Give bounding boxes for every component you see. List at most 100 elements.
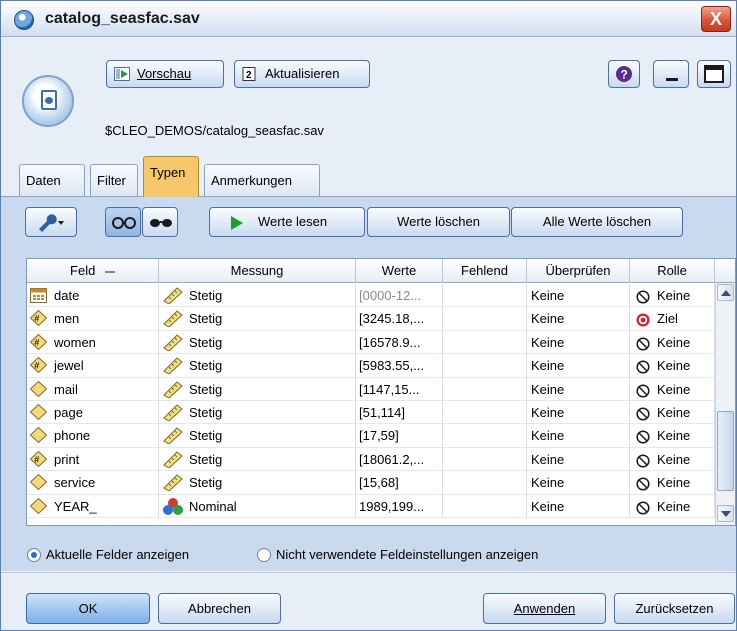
cell-fehlend[interactable] xyxy=(443,471,527,495)
cell-feld[interactable]: # print xyxy=(27,447,159,472)
cell-ueberpruefen[interactable]: Keine xyxy=(527,447,630,472)
cell-messung[interactable]: Stetig xyxy=(159,401,356,425)
cell-feld[interactable]: YEAR_ xyxy=(27,494,159,518)
cell-fehlend[interactable] xyxy=(443,424,527,448)
cell-rolle[interactable]: Keine xyxy=(630,447,715,472)
cell-fehlend[interactable] xyxy=(443,401,527,425)
cell-messung[interactable]: Stetig xyxy=(159,424,356,448)
cell-messung[interactable]: Stetig xyxy=(159,354,356,378)
cell-rolle[interactable]: Keine xyxy=(630,471,715,495)
minimize-button[interactable] xyxy=(653,60,689,88)
title-bar[interactable]: catalog_seasfac.sav X xyxy=(1,1,736,37)
scroll-thumb[interactable] xyxy=(717,411,734,491)
reset-button[interactable]: Zurücksetzen xyxy=(614,593,735,624)
preview-button[interactable]: Vorschau xyxy=(106,60,224,88)
cell-ueberpruefen[interactable]: Keine xyxy=(527,354,630,378)
cell-fehlend[interactable] xyxy=(443,354,527,378)
cell-werte[interactable]: [17,59] xyxy=(356,424,443,448)
maximize-button[interactable] xyxy=(697,60,731,88)
table-row[interactable]: # jewel Stetig [5983.55,... Keine Keine xyxy=(27,354,715,378)
table-row[interactable]: date Stetig [0000-12... Keine Keine xyxy=(27,284,715,308)
table-row[interactable]: # women Stetig [16578.9... Keine Keine xyxy=(27,330,715,355)
cell-feld[interactable]: # men xyxy=(27,307,159,331)
column-header-fehlend[interactable]: Fehlend xyxy=(443,259,527,283)
cell-messung[interactable]: Stetig xyxy=(159,330,356,355)
cell-ueberpruefen[interactable]: Keine xyxy=(527,424,630,448)
column-header-feld[interactable]: Feld xyxy=(27,259,159,283)
cell-messung[interactable]: Stetig xyxy=(159,447,356,472)
view-current-values-button[interactable] xyxy=(105,207,141,237)
cell-ueberpruefen[interactable]: Keine xyxy=(527,307,630,331)
view-hidden-values-button[interactable] xyxy=(142,207,178,237)
column-header-messung[interactable]: Messung xyxy=(159,259,356,283)
cell-fehlend[interactable] xyxy=(443,377,527,401)
cell-ueberpruefen[interactable]: Keine xyxy=(527,330,630,355)
cell-feld[interactable]: page xyxy=(27,401,159,425)
table-row[interactable]: # print Stetig [18061.2,... Keine Keine xyxy=(27,447,715,472)
help-button[interactable]: ? xyxy=(608,60,640,88)
cell-messung[interactable]: Stetig xyxy=(159,307,356,331)
cell-fehlend[interactable] xyxy=(443,284,527,308)
scroll-up-button[interactable] xyxy=(717,284,734,301)
table-row[interactable]: phone Stetig [17,59] Keine Keine xyxy=(27,424,715,448)
cell-fehlend[interactable] xyxy=(443,330,527,355)
cell-rolle[interactable]: Keine xyxy=(630,284,715,308)
tab-daten[interactable]: Daten xyxy=(19,164,85,196)
cell-rolle[interactable]: Keine xyxy=(630,354,715,378)
cell-werte[interactable]: [51,114] xyxy=(356,401,443,425)
cell-ueberpruefen[interactable]: Keine xyxy=(527,471,630,495)
table-row[interactable]: service Stetig [15,68] Keine Keine xyxy=(27,471,715,495)
cell-messung[interactable]: Nominal xyxy=(159,494,356,518)
cell-messung[interactable]: Stetig xyxy=(159,471,356,495)
cell-feld[interactable]: # jewel xyxy=(27,354,159,378)
cell-fehlend[interactable] xyxy=(443,447,527,472)
cell-feld[interactable]: date xyxy=(27,284,159,308)
clear-all-values-button[interactable]: Alle Werte löschen xyxy=(511,207,683,237)
cell-rolle[interactable]: Keine xyxy=(630,424,715,448)
ok-button[interactable]: OK xyxy=(26,593,150,624)
apply-button[interactable]: Anwenden xyxy=(483,593,606,624)
cell-werte[interactable]: [15,68] xyxy=(356,471,443,495)
cell-ueberpruefen[interactable]: Keine xyxy=(527,494,630,518)
cell-werte[interactable]: [5983.55,... xyxy=(356,354,443,378)
cell-werte[interactable]: [3245.18,... xyxy=(356,307,443,331)
cell-rolle[interactable]: Keine xyxy=(630,330,715,355)
cancel-button[interactable]: Abbrechen xyxy=(158,593,281,624)
cell-ueberpruefen[interactable]: Keine xyxy=(527,377,630,401)
tab-anmerkungen[interactable]: Anmerkungen xyxy=(204,164,320,196)
cell-ueberpruefen[interactable]: Keine xyxy=(527,284,630,308)
cell-werte[interactable]: [18061.2,... xyxy=(356,447,443,472)
table-row[interactable]: page Stetig [51,114] Keine Keine xyxy=(27,401,715,425)
column-header-ueberpruefen[interactable]: Überprüfen xyxy=(527,259,630,283)
cell-feld[interactable]: phone xyxy=(27,424,159,448)
tools-menu-button[interactable] xyxy=(25,207,77,237)
clear-values-button[interactable]: Werte löschen xyxy=(367,207,510,237)
scroll-down-button[interactable] xyxy=(717,505,734,522)
cell-fehlend[interactable] xyxy=(443,307,527,331)
cell-feld[interactable]: mail xyxy=(27,377,159,401)
cell-fehlend[interactable] xyxy=(443,494,527,518)
cell-rolle[interactable]: Keine xyxy=(630,401,715,425)
cell-werte[interactable]: [16578.9... xyxy=(356,330,443,355)
cell-rolle[interactable]: Keine xyxy=(630,494,715,518)
cell-werte[interactable]: 1989,199... xyxy=(356,494,443,518)
cell-messung[interactable]: Stetig xyxy=(159,284,356,308)
table-row[interactable]: # men Stetig [3245.18,... Keine Ziel xyxy=(27,307,715,331)
close-button[interactable]: X xyxy=(701,6,731,32)
cell-ueberpruefen[interactable]: Keine xyxy=(527,401,630,425)
refresh-button[interactable]: 2 Aktualisieren xyxy=(234,60,370,88)
table-row[interactable]: mail Stetig [1147,15... Keine Keine xyxy=(27,377,715,401)
table-row[interactable]: YEAR_ Nominal 1989,199... Keine Keine xyxy=(27,494,715,518)
column-header-werte[interactable]: Werte xyxy=(356,259,443,283)
tab-typen[interactable]: Typen xyxy=(143,156,199,197)
tab-filter[interactable]: Filter xyxy=(90,164,138,196)
column-header-rolle[interactable]: Rolle xyxy=(630,259,715,283)
cell-werte[interactable]: [0000-12... xyxy=(356,284,443,308)
vertical-scrollbar[interactable] xyxy=(715,283,735,525)
cell-messung[interactable]: Stetig xyxy=(159,377,356,401)
cell-werte[interactable]: [1147,15... xyxy=(356,377,443,401)
cell-rolle[interactable]: Ziel xyxy=(630,307,715,331)
cell-rolle[interactable]: Keine xyxy=(630,377,715,401)
cell-feld[interactable]: # women xyxy=(27,330,159,355)
cell-feld[interactable]: service xyxy=(27,471,159,495)
